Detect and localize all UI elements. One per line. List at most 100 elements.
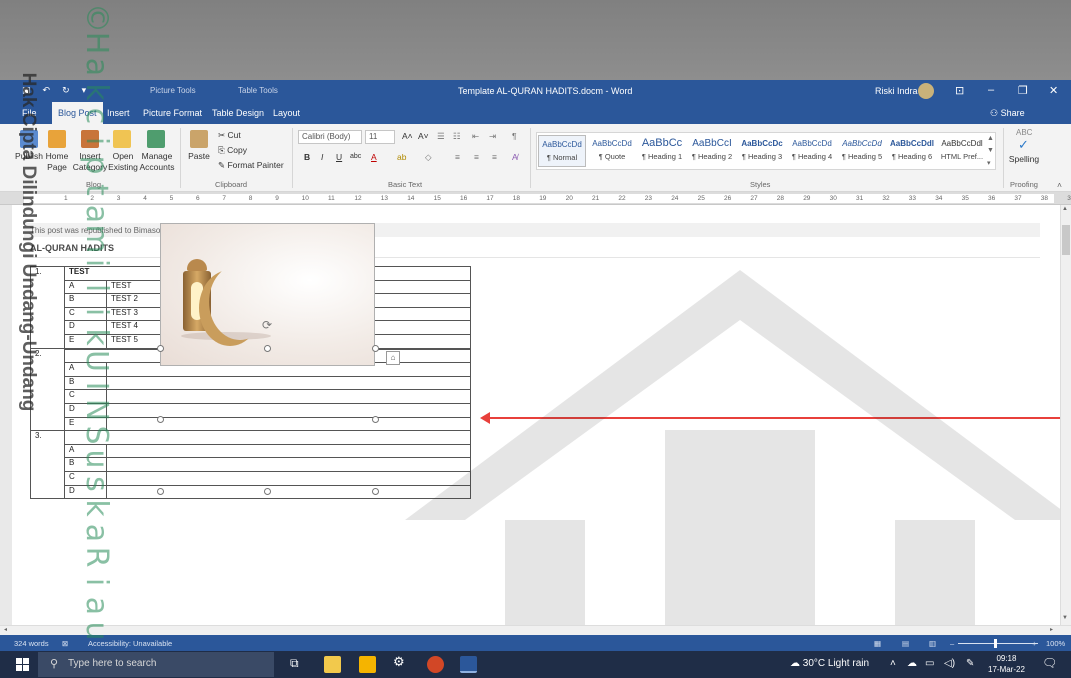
network-icon[interactable]: ▭ (925, 658, 934, 669)
style-heading-3[interactable]: AaBbCcDc ¶ Heading 3 (738, 135, 786, 167)
option-row[interactable]: C (31, 470, 471, 486)
format-painter-button[interactable]: ✎ Format Painter (218, 160, 284, 171)
document-page[interactable]: This post was republished to Bimasoft Cl… (0, 205, 1060, 625)
tab-blog-post[interactable]: Blog Post (52, 102, 103, 124)
resize-handle-left[interactable] (157, 416, 164, 423)
option-letter[interactable]: A (64, 443, 107, 459)
resize-handle-bottom-left[interactable] (157, 488, 164, 495)
numbering-icon[interactable]: ☷ (453, 131, 461, 142)
underline-icon[interactable]: U (336, 152, 342, 162)
task-view-icon[interactable]: ⧉ (290, 656, 307, 673)
show-hidden-icons-icon[interactable]: ˄ (890, 658, 896, 669)
zoom-in-icon[interactable]: + (1032, 639, 1036, 648)
zoom-level[interactable]: 100% (1046, 639, 1065, 648)
resize-handle-bottom-right[interactable] (372, 488, 379, 495)
bullets-icon[interactable]: ☰ (437, 131, 445, 142)
accessibility-status[interactable]: Accessibility: Unavailable (88, 639, 172, 648)
grow-font-icon[interactable]: A˄ (402, 131, 413, 141)
minimize-icon[interactable]: – (988, 84, 994, 96)
manage-accounts-button[interactable]: Manage Accounts (138, 151, 176, 173)
file-explorer-icon[interactable] (324, 656, 341, 673)
option-letter[interactable]: B (64, 293, 107, 308)
question-number[interactable]: 2. (30, 347, 65, 432)
option-text[interactable] (106, 470, 471, 486)
outdent-icon[interactable]: ⇤ (472, 131, 479, 142)
style-heading-2[interactable]: AaBbCcI ¶ Heading 2 (688, 135, 736, 167)
resize-handle-top[interactable] (264, 345, 271, 352)
horizontal-scrollbar[interactable]: ◂ ▸ (0, 625, 1071, 635)
option-letter[interactable]: D (64, 320, 107, 335)
align-right-icon[interactable]: ≡ (492, 152, 497, 162)
sticky-notes-icon[interactable] (359, 656, 376, 673)
home-page-button[interactable]: Home Page (42, 151, 72, 173)
option-letter[interactable]: B (64, 457, 107, 472)
layout-options-icon[interactable]: ⌂ (386, 351, 400, 365)
save-icon[interactable]: ▣ (22, 85, 31, 96)
tab-picture-format[interactable]: Picture Format (143, 108, 202, 118)
option-row[interactable]: D (31, 484, 471, 500)
avatar[interactable] (918, 83, 934, 99)
option-letter[interactable]: C (64, 306, 107, 322)
customize-icon[interactable]: ▾ (82, 85, 87, 96)
windows-start-icon[interactable] (16, 658, 29, 671)
word-app-icon[interactable] (460, 656, 477, 673)
restore-icon[interactable]: ❐ (1018, 84, 1028, 97)
volume-icon[interactable]: ◁) (944, 658, 955, 669)
zoom-out-icon[interactable]: – (950, 639, 954, 648)
read-mode-icon[interactable]: ▦ (874, 639, 881, 648)
resize-handle-right[interactable] (372, 416, 379, 423)
scroll-left-icon[interactable]: ◂ (4, 626, 7, 633)
zoom-slider[interactable] (958, 643, 1038, 644)
user-name[interactable]: Riski Indra (875, 86, 918, 96)
weather-widget[interactable]: ☁ 30°C Light rain (790, 658, 869, 669)
undo-icon[interactable]: ↶ (43, 85, 51, 96)
resize-handle-top-right[interactable] (372, 345, 379, 352)
question-text[interactable] (64, 430, 471, 445)
zoom-thumb[interactable] (994, 639, 997, 648)
indent-icon[interactable]: ⇥ (489, 131, 496, 142)
style-quote[interactable]: AaBbCcDd ¶ Quote (588, 135, 636, 167)
scroll-up-icon[interactable]: ▲ (1062, 206, 1068, 212)
option-letter[interactable]: A (64, 279, 107, 295)
option-letter[interactable]: E (64, 333, 107, 349)
publish-button[interactable]: Publish (12, 151, 46, 162)
option-text[interactable] (106, 457, 471, 472)
style-heading-6[interactable]: AaBbCcDdl ¶ Heading 6 (888, 135, 936, 167)
collapse-ribbon-icon[interactable]: ˄ (1057, 180, 1062, 190)
option-letter[interactable]: E (64, 416, 107, 432)
settings-gear-icon[interactable]: ⚙ (393, 654, 410, 671)
resize-handle-top-left[interactable] (157, 345, 164, 352)
scroll-right-icon[interactable]: ▸ (1050, 626, 1053, 633)
shading-icon[interactable]: ◇ (425, 152, 432, 163)
redo-icon[interactable]: ↻ (62, 85, 70, 96)
option-row[interactable]: C (31, 389, 471, 404)
option-row[interactable]: B (31, 375, 471, 391)
italic-icon[interactable]: I (321, 152, 323, 162)
share-button[interactable]: ⚇ Share (990, 108, 1025, 119)
pen-icon[interactable]: ✎ (966, 658, 974, 669)
option-letter[interactable]: A (64, 362, 107, 377)
bold-icon[interactable]: B (304, 152, 310, 162)
option-row[interactable]: A (31, 443, 471, 459)
rotate-handle-icon[interactable]: ⟳ (262, 318, 272, 332)
print-layout-icon[interactable]: ▤ (902, 639, 909, 648)
onedrive-icon[interactable]: ☁ (907, 658, 917, 669)
resize-handle-bottom[interactable] (264, 488, 271, 495)
font-name-combo[interactable]: Calibri (Body) (298, 130, 362, 144)
style-heading-4[interactable]: AaBbCcDd ¶ Heading 4 (788, 135, 836, 167)
tab-table-design[interactable]: Table Design (212, 108, 264, 118)
insert-category-button[interactable]: Insert Category (72, 151, 108, 173)
option-text[interactable] (106, 402, 471, 418)
web-layout-icon[interactable]: ▥ (929, 639, 936, 648)
pilcrow-icon[interactable]: ¶ (512, 131, 517, 141)
open-existing-button[interactable]: Open Existing (106, 151, 140, 173)
tab-file[interactable]: File (22, 108, 37, 118)
align-left-icon[interactable]: ≡ (455, 152, 460, 162)
system-clock[interactable]: 09:18 17-Mar-22 (988, 653, 1025, 675)
styles-scroll-down-icon[interactable]: ▼ (987, 147, 994, 154)
clear-format-icon[interactable]: A̸ (512, 152, 518, 162)
cut-button[interactable]: ✂ Cut (218, 130, 241, 141)
horizontal-ruler[interactable]: 1 2 3 4 5 6 7 8 9 10 11 12 13 14 15 16 17 18 19 20 21 22 23 24 2… (0, 192, 1071, 205)
proofing-status-icon[interactable]: ⊠ (62, 639, 68, 648)
copy-button[interactable]: ⎘ Copy (218, 145, 247, 156)
